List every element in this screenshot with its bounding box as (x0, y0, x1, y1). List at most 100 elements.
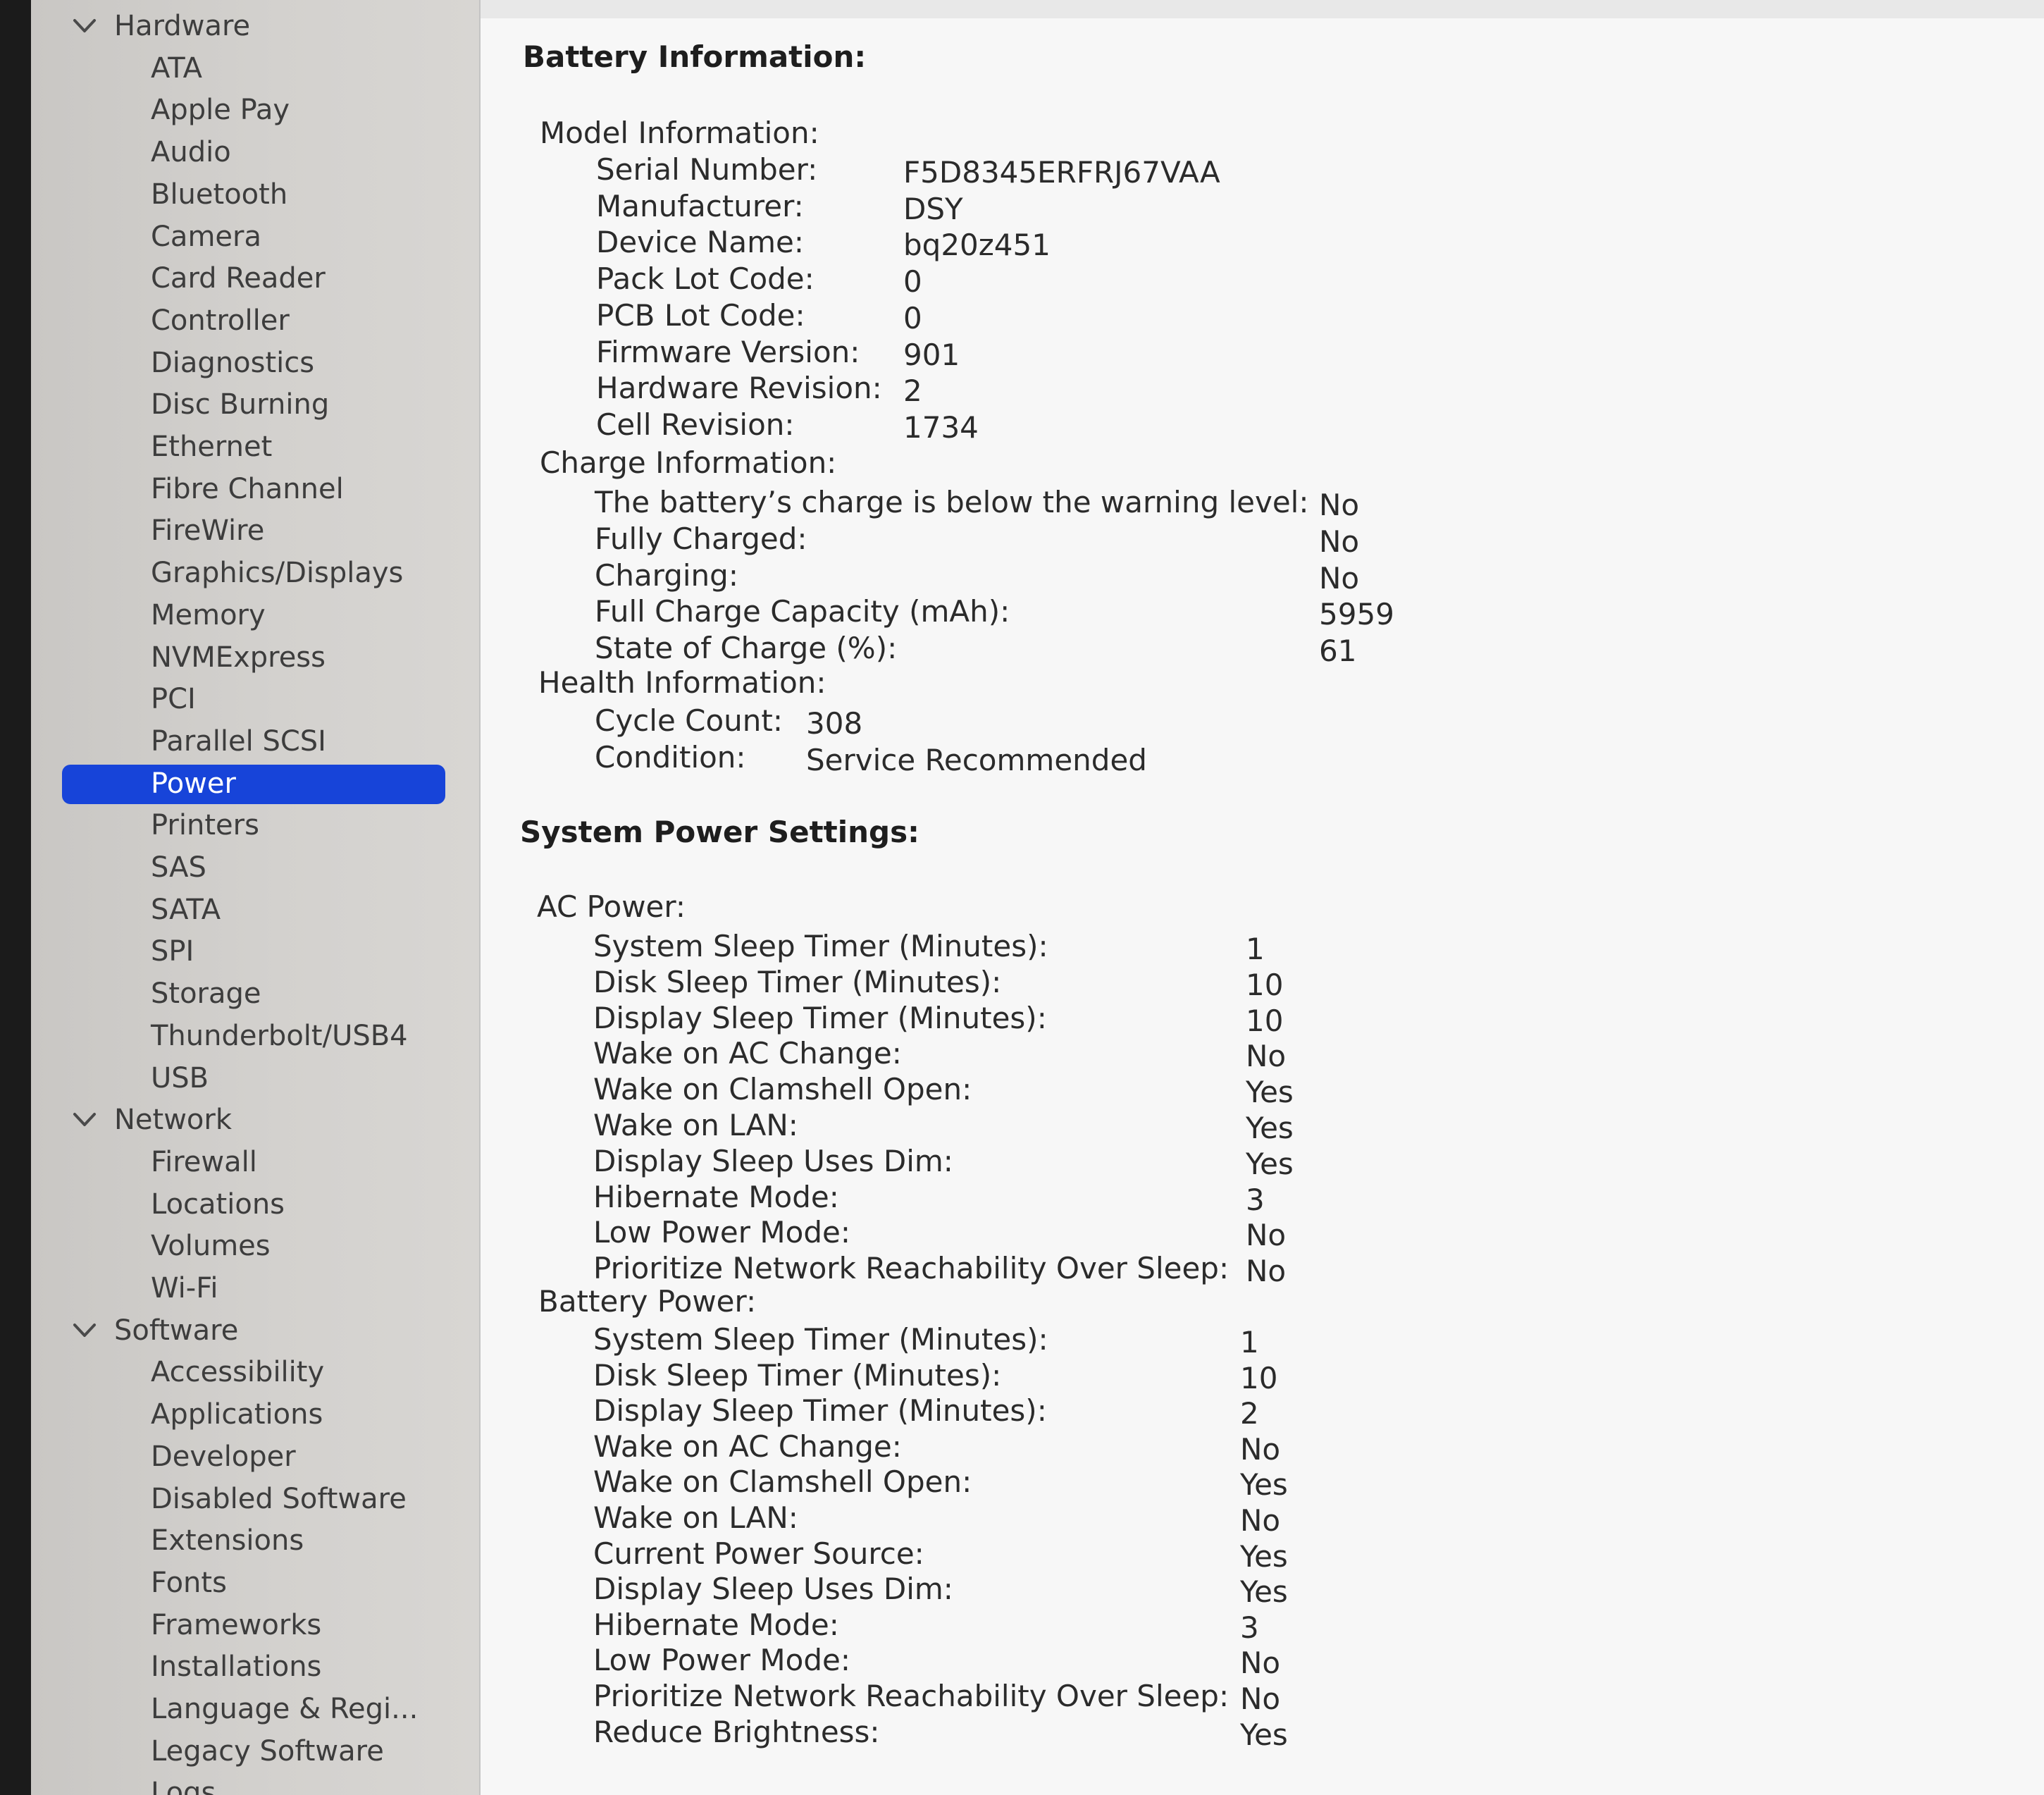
sidebar-item-parallel-scsi[interactable]: Parallel SCSI (31, 721, 479, 762)
sidebar-item-developer[interactable]: Developer (31, 1436, 479, 1477)
row-value: 61 (1319, 634, 1357, 669)
chevron-down-icon[interactable] (72, 1321, 97, 1340)
sidebar-item-fonts[interactable]: Fonts (31, 1562, 479, 1603)
sidebar-item-label: Controller (151, 304, 290, 337)
row-label: Serial Number: (596, 152, 818, 187)
sidebar-item-ethernet[interactable]: Ethernet (31, 426, 479, 467)
sidebar-item-label: Firewall (151, 1145, 257, 1178)
row-label: Low Power Mode: (593, 1215, 850, 1250)
row-label: Hibernate Mode: (593, 1607, 839, 1642)
row-value: Service Recommended (806, 743, 1147, 777)
sidebar-item-firewall[interactable]: Firewall (31, 1142, 479, 1183)
sidebar-item-card-reader[interactable]: Card Reader (31, 258, 479, 299)
sidebar-item-label: Storage (151, 977, 261, 1011)
row-value: Yes (1240, 1467, 1288, 1503)
row-label: Charging: (595, 557, 738, 593)
sidebar-item-audio[interactable]: Audio (31, 132, 479, 173)
sidebar-item-legacy-software[interactable]: Legacy Software (31, 1731, 479, 1772)
sidebar-item-label: Frameworks (151, 1608, 322, 1641)
system-power-settings-title: System Power Settings: (520, 815, 919, 849)
sidebar-item-diagnostics[interactable]: Diagnostics (31, 343, 479, 383)
row-label: Reduce Brightness: (593, 1714, 880, 1749)
sidebar-item-disc-burning[interactable]: Disc Burning (31, 384, 479, 425)
chevron-down-icon[interactable] (72, 1110, 97, 1130)
sidebar-item-fibre-channel[interactable]: Fibre Channel (31, 469, 479, 510)
sidebar-item-logs[interactable]: Logs (31, 1772, 479, 1795)
row-value: No (1319, 560, 1360, 596)
sidebar-item-label: Memory (151, 598, 266, 631)
sidebar-item-label: Fibre Channel (151, 472, 344, 505)
sidebar-item-apple-pay[interactable]: Apple Pay (31, 90, 479, 130)
chevron-down-icon[interactable] (72, 16, 97, 36)
sidebar-item-sas[interactable]: SAS (31, 847, 479, 888)
sidebar-item-spi[interactable]: SPI (31, 931, 479, 972)
sidebar-item-frameworks[interactable]: Frameworks (31, 1605, 479, 1646)
row-value: No (1319, 488, 1360, 522)
row-value: 1 (1240, 1325, 1259, 1359)
sidebar-item-applications[interactable]: Applications (31, 1394, 479, 1435)
row-value: 901 (903, 337, 960, 372)
sidebar-item-sata[interactable]: SATA (31, 889, 479, 930)
row-label: Disk Sleep Timer (Minutes): (593, 964, 1002, 999)
sidebar-group-label: Software (114, 1314, 239, 1347)
sidebar-item-label: Disabled Software (151, 1482, 407, 1515)
sidebar-item-extensions[interactable]: Extensions (31, 1520, 479, 1561)
sidebar-item-storage[interactable]: Storage (31, 973, 479, 1014)
row-label: Display Sleep Timer (Minutes): (593, 1000, 1047, 1035)
row-label: Wake on AC Change: (593, 1429, 902, 1464)
sidebar-item-locations[interactable]: Locations (31, 1184, 479, 1225)
sidebar-item-memory[interactable]: Memory (31, 595, 479, 636)
row-label: Low Power Mode: (593, 1643, 850, 1678)
row-label: Wake on AC Change: (593, 1036, 902, 1071)
sidebar-item-nvmexpress[interactable]: NVMExpress (31, 637, 479, 678)
row-value: 5959 (1319, 597, 1394, 632)
sidebar-group-label: Network (114, 1104, 233, 1137)
sidebar-item-printers[interactable]: Printers (31, 805, 479, 846)
row-label: Cycle Count: (595, 703, 783, 738)
sidebar-item-language-regi[interactable]: Language & Regi... (31, 1689, 479, 1729)
sidebar-item-label: Power (151, 767, 236, 800)
sidebar-item-power[interactable]: Power (31, 763, 479, 804)
sidebar-item-label: Printers (151, 809, 259, 842)
row-label: Condition: (595, 740, 746, 775)
sidebar-item-accessibility[interactable]: Accessibility (31, 1352, 479, 1393)
sidebar-item-label: Legacy Software (151, 1734, 384, 1768)
sidebar-group-label: Hardware (114, 10, 251, 42)
sidebar-item-usb[interactable]: USB (31, 1058, 479, 1099)
sidebar-item-label: Applications (151, 1398, 323, 1431)
row-label: PCB Lot Code: (596, 297, 805, 333)
sidebar-item-pci[interactable]: PCI (31, 679, 479, 720)
sidebar-item-thunderbolt-usb4[interactable]: Thunderbolt/USB4 (31, 1016, 479, 1056)
row-value: No (1319, 524, 1360, 559)
sidebar-item-installations[interactable]: Installations (31, 1646, 479, 1687)
sidebar-item-firewire[interactable]: FireWire (31, 510, 479, 551)
row-label: Wake on LAN: (593, 1108, 798, 1142)
sidebar-item-volumes[interactable]: Volumes (31, 1226, 479, 1266)
sidebar-group-network[interactable]: Network (31, 1099, 479, 1140)
row-label: Display Sleep Uses Dim: (593, 1572, 953, 1607)
row-label: State of Charge (%): (595, 631, 898, 666)
row-value: 1 (1246, 932, 1265, 966)
row-label: Full Charge Capacity (mAh): (595, 594, 1010, 629)
sidebar-item-graphics-displays[interactable]: Graphics/Displays (31, 553, 479, 593)
sidebar-item-ata[interactable]: ATA (31, 48, 479, 89)
sidebar-item-disabled-software[interactable]: Disabled Software (31, 1479, 479, 1519)
row-value: bq20z451 (903, 228, 1051, 263)
sidebar-group-hardware[interactable]: Hardware (31, 6, 479, 47)
row-value: 10 (1246, 967, 1284, 1002)
row-value: 10 (1246, 1003, 1284, 1038)
sidebar-item-wi-fi[interactable]: Wi-Fi (31, 1268, 479, 1309)
sidebar-item-label: ATA (151, 51, 202, 85)
sidebar-group-software[interactable]: Software (31, 1310, 479, 1351)
sidebar-item-controller[interactable]: Controller (31, 300, 479, 341)
row-label: The battery’s charge is below the warnin… (595, 485, 1309, 519)
row-value: 3 (1246, 1182, 1265, 1217)
row-label: Display Sleep Timer (Minutes): (593, 1393, 1047, 1429)
row-value: No (1246, 1218, 1287, 1253)
row-value: No (1240, 1682, 1281, 1716)
sidebar-item-bluetooth[interactable]: Bluetooth (31, 174, 479, 215)
row-label: Display Sleep Uses Dim: (593, 1143, 953, 1178)
charge-information-header: Charge Information: (540, 445, 837, 480)
sidebar-item-camera[interactable]: Camera (31, 216, 479, 257)
row-label: Wake on Clamshell Open: (593, 1464, 972, 1500)
